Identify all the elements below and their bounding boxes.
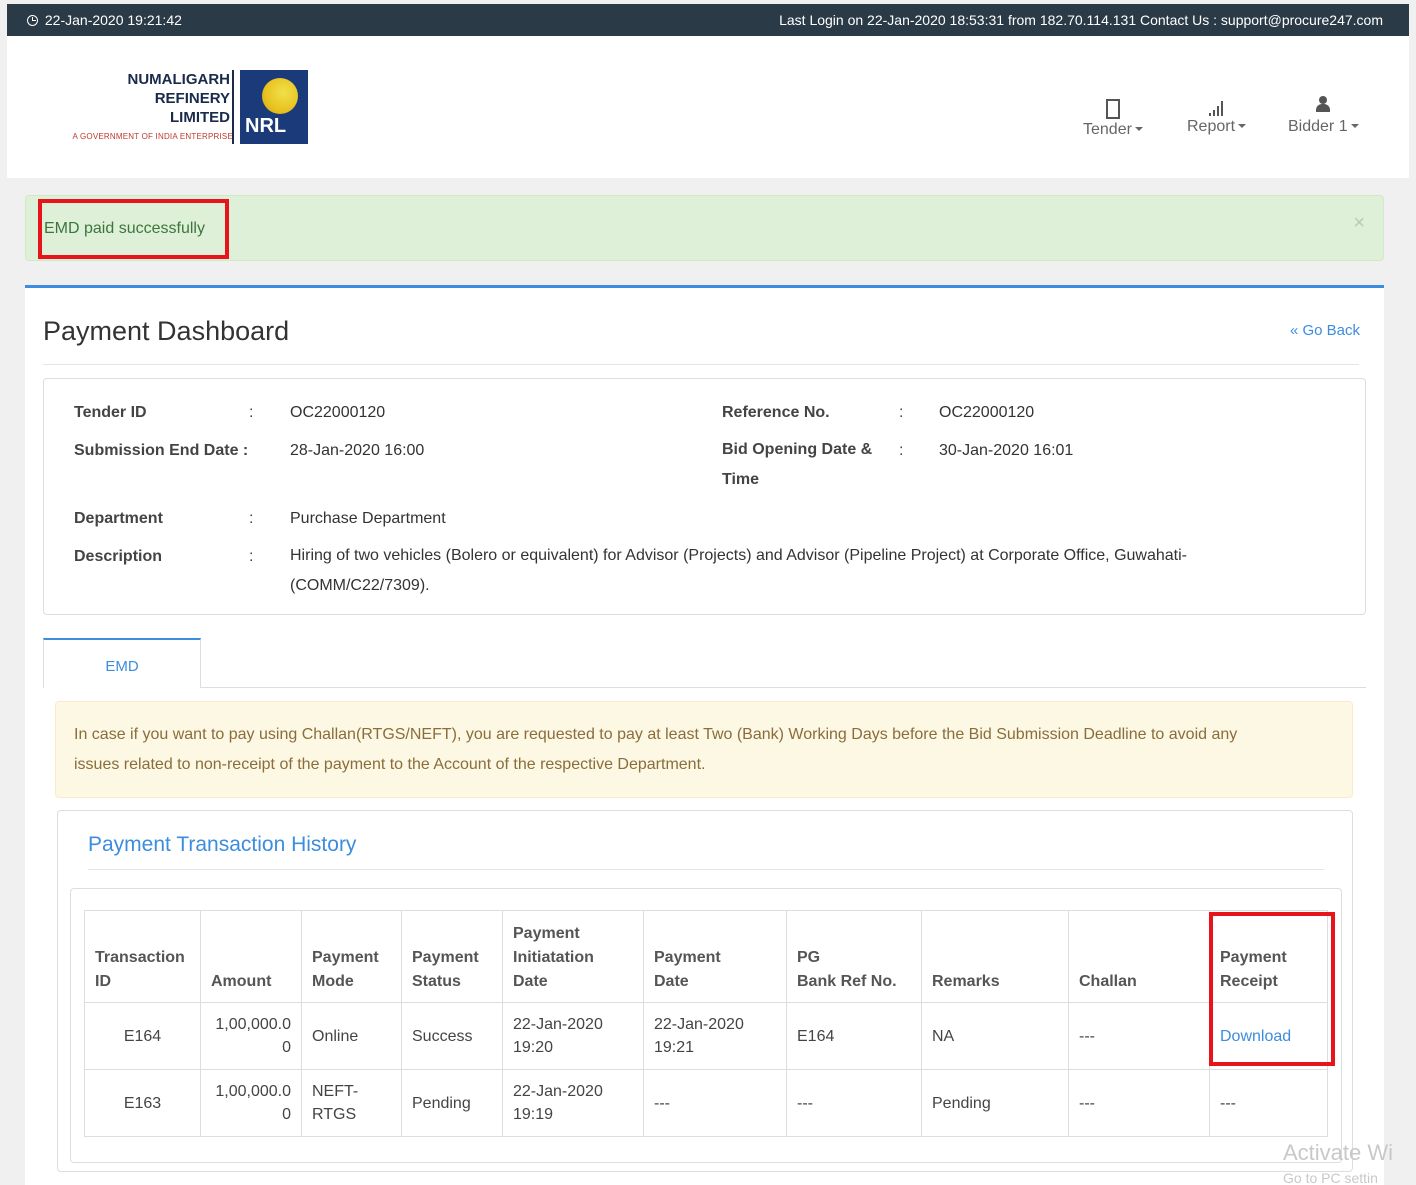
submission-end-value: 28-Jan-2020 16:00 bbox=[290, 442, 425, 459]
cell-payment-mode: NEFT- RTGS bbox=[301, 1069, 402, 1137]
col-payment-mode: Payment Mode bbox=[301, 910, 402, 1003]
nav-tender-label: Tender bbox=[1083, 121, 1132, 138]
bid-opening-label-line1: Bid Opening Date & bbox=[722, 441, 873, 458]
highlight-box-alert bbox=[38, 199, 229, 259]
cell-amount: 1,00,000.0 0 bbox=[200, 1069, 302, 1137]
cell-pg-bank-ref: --- bbox=[786, 1069, 922, 1137]
description-line2: (COMM/C22/7309). bbox=[290, 577, 430, 594]
bid-opening-value: 30-Jan-2020 16:01 bbox=[939, 442, 1074, 459]
company-name-line2: REFINERY bbox=[154, 90, 230, 107]
cell-remarks: Pending bbox=[921, 1069, 1069, 1137]
department-label: Department bbox=[74, 510, 163, 527]
cell-pg-bank-ref: E164 bbox=[786, 1002, 922, 1070]
tender-id-label: Tender ID bbox=[74, 404, 147, 421]
company-name-line1: NUMALIGARH bbox=[127, 71, 231, 88]
top-status-bar: 22-Jan-2020 19:21:42 Last Login on 22-Ja… bbox=[7, 4, 1409, 36]
colon: : bbox=[249, 548, 254, 565]
cell-payment-status: Success bbox=[401, 1002, 503, 1070]
logo-mark: NRL bbox=[245, 115, 287, 137]
history-title: Payment Transaction History bbox=[88, 833, 357, 856]
colon: : bbox=[249, 404, 254, 421]
datetime-text: 22-Jan-2020 19:21:42 bbox=[44, 12, 182, 28]
cell-challan: --- bbox=[1068, 1069, 1210, 1137]
cell-transaction-id: E163 bbox=[84, 1069, 201, 1137]
nav-report-label: Report bbox=[1187, 118, 1236, 135]
tender-icon bbox=[1105, 99, 1120, 119]
nav-tender[interactable]: Tender bbox=[1083, 96, 1143, 139]
user-icon bbox=[1316, 96, 1331, 116]
divider bbox=[88, 869, 1324, 870]
cell-remarks: NA bbox=[921, 1002, 1069, 1070]
cell-payment-date: --- bbox=[643, 1069, 787, 1137]
colon: : bbox=[249, 510, 254, 527]
nav-bidder-label: Bidder 1 bbox=[1288, 118, 1348, 135]
description-line1: Hiring of two vehicles (Bolero or equiva… bbox=[290, 547, 1187, 564]
col-remarks: Remarks bbox=[921, 910, 1069, 1003]
company-name[interactable]: NUMALIGARH REFINERY LIMITED bbox=[52, 70, 231, 127]
tab-emd[interactable]: EMD bbox=[43, 638, 201, 688]
logo-divider bbox=[232, 70, 234, 144]
activation-watermark-sub: Go to PC settin bbox=[1283, 1170, 1378, 1185]
caret-down-icon bbox=[1134, 127, 1143, 131]
tab-divider bbox=[201, 687, 1366, 688]
submission-end-label: Submission End Date : bbox=[74, 442, 249, 459]
challan-notice: In case if you want to pay using Challan… bbox=[55, 701, 1353, 798]
department-value: Purchase Department bbox=[290, 510, 446, 527]
cell-initiation-date: 22-Jan-2020 19:19 bbox=[502, 1069, 644, 1137]
notice-line2: issues related to non-receipt of the pay… bbox=[74, 756, 706, 773]
caret-down-icon bbox=[1238, 124, 1247, 128]
cell-payment-receipt: --- bbox=[1209, 1069, 1328, 1137]
col-challan: Challan bbox=[1068, 910, 1210, 1003]
company-name-line3: LIMITED bbox=[170, 109, 230, 126]
notice-line1: In case if you want to pay using Challan… bbox=[74, 726, 1238, 743]
divider bbox=[43, 364, 1359, 365]
table-row: E163 1,00,000.0 0 NEFT- RTGS Pending 22-Ja… bbox=[84, 1069, 1328, 1137]
close-icon[interactable]: × bbox=[1353, 212, 1365, 235]
col-payment-status: Payment Status bbox=[401, 910, 503, 1003]
cell-amount: 1,00,000.0 0 bbox=[200, 1002, 302, 1070]
cell-challan: --- bbox=[1068, 1002, 1210, 1070]
reference-value: OC22000120 bbox=[939, 404, 1035, 421]
history-table-wrap: Transaction ID Amount Payment Mode Payment… bbox=[70, 888, 1342, 1163]
tender-info-box: Tender ID : OC22000120 Reference No. : O… bbox=[43, 378, 1366, 615]
clock-icon bbox=[27, 15, 38, 26]
company-subtitle: A GOVERNMENT OF INDIA ENTERPRISE bbox=[72, 132, 233, 141]
caret-down-icon bbox=[1350, 124, 1359, 128]
cell-payment-date: 22-Jan-2020 19:21 bbox=[643, 1002, 787, 1070]
transaction-table: Transaction ID Amount Payment Mode Payment… bbox=[84, 910, 1328, 1137]
signal-bars-icon bbox=[1207, 96, 1227, 116]
description-label: Description bbox=[74, 548, 163, 565]
nav-report[interactable]: Report bbox=[1187, 96, 1247, 136]
bid-opening-label-line2: Time bbox=[722, 471, 760, 488]
payment-dashboard-panel: Payment Dashboard « Go Back Tender ID : … bbox=[25, 285, 1384, 1185]
col-transaction-id: Transaction ID bbox=[84, 910, 201, 1003]
table-header-row: Transaction ID Amount Payment Mode Payment… bbox=[84, 910, 1328, 1003]
col-initiation-date: Payment Initiatation Date bbox=[502, 910, 644, 1003]
cell-payment-status: Pending bbox=[401, 1069, 503, 1137]
cell-transaction-id: E164 bbox=[84, 1002, 201, 1070]
current-datetime: 22-Jan-2020 19:21:42 bbox=[27, 12, 182, 28]
payment-history-section: Payment Transaction History Transaction I… bbox=[57, 810, 1353, 1172]
tender-id-value: OC22000120 bbox=[290, 404, 386, 421]
page-title: Payment Dashboard bbox=[43, 316, 290, 346]
cell-initiation-date: 22-Jan-2020 19:20 bbox=[502, 1002, 644, 1070]
nrl-logo[interactable]: NRL bbox=[240, 70, 308, 144]
colon: : bbox=[899, 442, 904, 459]
activation-watermark: Activate Wi bbox=[1283, 1140, 1394, 1165]
col-payment-date: Payment Date bbox=[643, 910, 787, 1003]
reference-label: Reference No. bbox=[722, 404, 830, 421]
site-header: NUMALIGARH REFINERY LIMITED A GOVERNMENT… bbox=[7, 36, 1409, 178]
col-pg-bank-ref: PG Bank Ref No. bbox=[786, 910, 922, 1003]
last-login-info: Last Login on 22-Jan-2020 18:53:31 from … bbox=[779, 12, 1383, 28]
highlight-box-receipt bbox=[1209, 912, 1335, 1066]
bid-opening-label: Bid Opening Date & Time bbox=[722, 435, 872, 495]
go-back-link[interactable]: « Go Back bbox=[1290, 322, 1360, 339]
nav-bidder[interactable]: Bidder 1 bbox=[1288, 96, 1359, 136]
colon: : bbox=[899, 404, 904, 421]
table-row: E164 1,00,000.0 0 Online Success 22-Jan-2… bbox=[84, 1002, 1328, 1070]
description-value: Hiring of two vehicles (Bolero or equiva… bbox=[290, 541, 1187, 601]
col-amount: Amount bbox=[200, 910, 302, 1003]
cell-payment-mode: Online bbox=[301, 1002, 402, 1070]
sun-emblem-icon bbox=[262, 78, 298, 114]
